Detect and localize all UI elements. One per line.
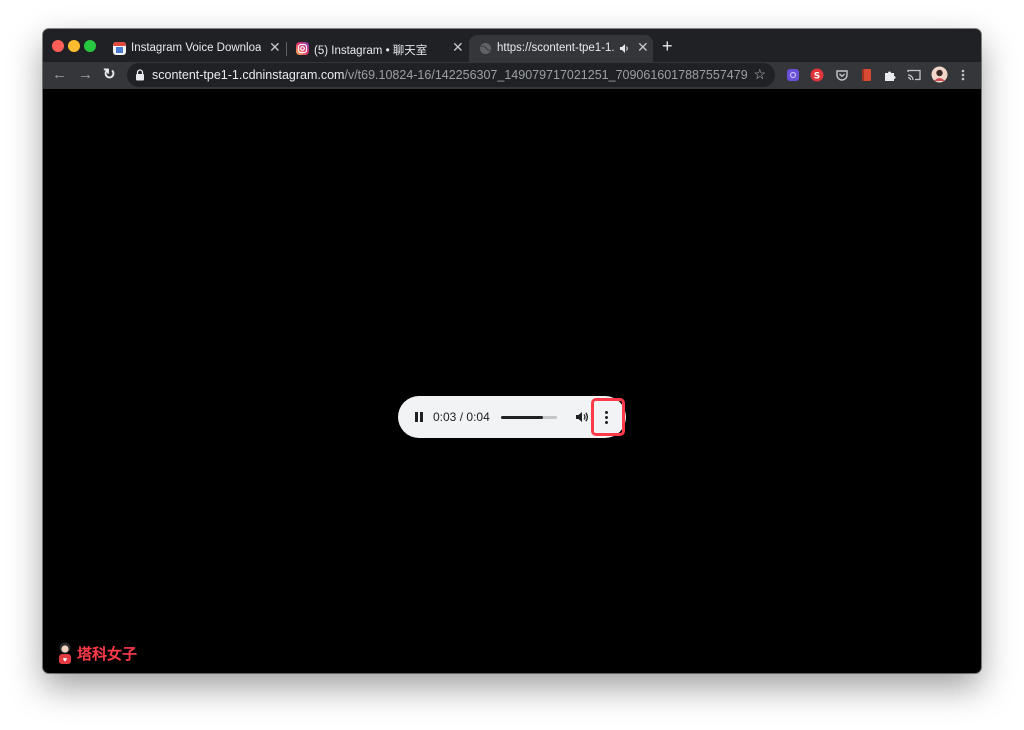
tab-title: Instagram Voice Downloader - xyxy=(131,42,261,54)
watermark-text: 塔科女子 xyxy=(77,646,138,663)
forward-button[interactable]: → xyxy=(78,66,93,84)
cast-icon[interactable] xyxy=(907,68,921,82)
tab-title: https://scontent-tpe1-1.cdn xyxy=(497,42,615,54)
volume-icon[interactable] xyxy=(575,410,589,424)
browser-window: Instagram Voice Downloader - ✕ (5) Insta… xyxy=(43,29,981,673)
seek-progress xyxy=(501,416,543,419)
tab-instagram-voice-downloader[interactable]: Instagram Voice Downloader - ✕ xyxy=(103,35,283,62)
seek-slider[interactable] xyxy=(501,416,557,419)
close-window-button[interactable] xyxy=(52,40,64,52)
browser-toolbar: ← → ↻ scontent-tpe1-1.cdninstagram.com/v… xyxy=(43,62,981,89)
instagram-favicon-icon xyxy=(296,42,309,55)
maximize-window-button[interactable] xyxy=(84,40,96,52)
more-options-icon[interactable] xyxy=(605,411,609,425)
tab-close-icon[interactable]: ✕ xyxy=(637,40,649,54)
svg-text:S: S xyxy=(814,72,820,82)
extension-purple-icon[interactable] xyxy=(786,68,800,82)
svg-text:♥: ♥ xyxy=(63,658,68,664)
bookmark-star-icon[interactable]: ☆ xyxy=(753,66,766,83)
back-button[interactable]: ← xyxy=(52,66,67,84)
extension-red-s-icon[interactable]: S xyxy=(810,68,824,82)
tab-close-icon[interactable]: ✕ xyxy=(452,40,464,54)
browser-menu-icon[interactable] xyxy=(959,68,967,82)
minimize-window-button[interactable] xyxy=(68,40,80,52)
tab-close-icon[interactable]: ✕ xyxy=(269,40,281,54)
audio-player: 0:03 / 0:04 xyxy=(398,396,626,438)
tab-audio-playing-icon[interactable] xyxy=(619,43,630,54)
new-tab-button[interactable]: + xyxy=(662,37,673,55)
url-host: scontent-tpe1-1.cdninstagram.com xyxy=(152,68,345,82)
tab-cdn-video[interactable]: https://scontent-tpe1-1.cdn ✕ xyxy=(469,35,653,62)
mascot-icon: ♥ xyxy=(59,642,71,664)
url-text[interactable]: scontent-tpe1-1.cdninstagram.com/v/t69.1… xyxy=(152,68,747,82)
lock-icon[interactable] xyxy=(135,69,145,81)
time-display: 0:03 / 0:04 xyxy=(433,410,490,424)
address-bar[interactable]: scontent-tpe1-1.cdninstagram.com/v/t69.1… xyxy=(127,63,775,87)
extensions-puzzle-icon[interactable] xyxy=(883,68,897,82)
reload-button[interactable]: ↻ xyxy=(103,66,116,84)
notebook-extension-icon[interactable] xyxy=(859,68,873,82)
tab-instagram-chat[interactable]: (5) Instagram • 聊天室 ✕ xyxy=(286,35,466,62)
globe-icon xyxy=(480,43,491,54)
pocket-icon[interactable] xyxy=(835,68,849,82)
pause-button[interactable] xyxy=(415,412,424,422)
duration: 0:04 xyxy=(466,410,490,424)
url-path: /v/t69.10824-16/142256307_14907971702125… xyxy=(344,68,747,82)
tab-title: (5) Instagram • 聊天室 xyxy=(314,45,428,57)
profile-avatar[interactable] xyxy=(931,66,948,83)
time-separator: / xyxy=(459,410,464,424)
current-time: 0:03 xyxy=(433,410,457,424)
instagram-downloader-favicon-icon xyxy=(113,42,126,55)
tab-bar: Instagram Voice Downloader - ✕ (5) Insta… xyxy=(43,29,981,62)
